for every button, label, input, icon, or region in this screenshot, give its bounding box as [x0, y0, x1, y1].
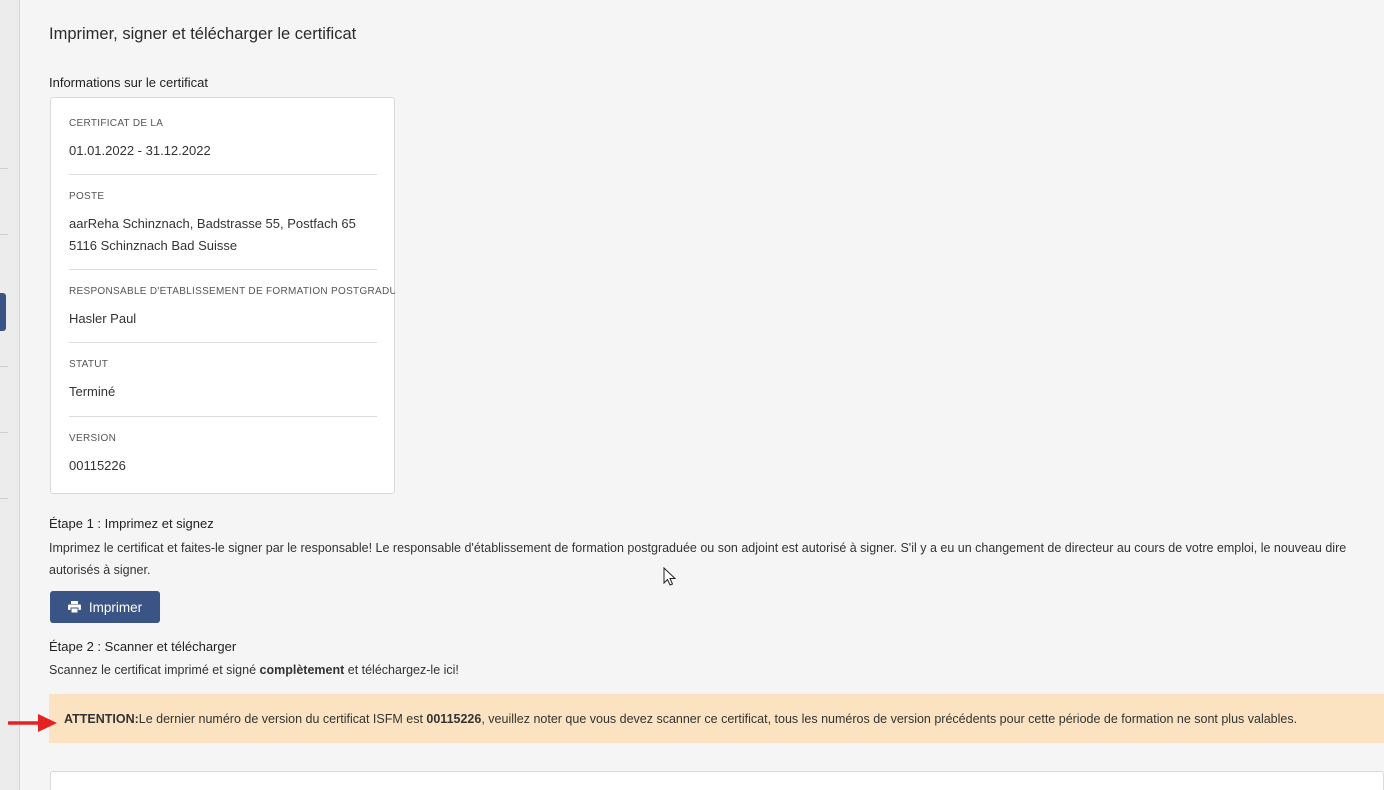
post-value-line1: aarReha Schinznach, Badstrasse 55, Postf… — [69, 216, 356, 231]
post-field: POSTE aarReha Schinznach, Badstrasse 55,… — [69, 191, 377, 257]
rail-divider — [0, 234, 8, 235]
certificate-info-card: CERTIFICAT DE LA 01.01.2022 - 31.12.2022… — [50, 97, 395, 494]
version-label: VERSION — [69, 433, 117, 444]
field-divider — [69, 342, 377, 343]
field-divider — [69, 416, 377, 417]
red-arrow-icon — [8, 714, 57, 732]
step2-title: Étape 2 : Scanner et télécharger — [49, 639, 237, 654]
period-label: CERTIFICAT DE LA — [69, 118, 164, 129]
step2-instructions: Scannez le certificat imprimé et signé c… — [49, 663, 459, 677]
mouse-cursor-icon — [663, 567, 677, 586]
rail-divider — [0, 168, 8, 169]
post-value: aarReha Schinznach, Badstrasse 55, Postf… — [69, 213, 377, 257]
alert-label: ATTENTION: — [64, 711, 139, 726]
field-divider — [69, 174, 377, 175]
alert-version: 00115226 — [426, 711, 482, 726]
info-section-label: Informations sur le certificat — [49, 75, 208, 90]
step2-text-after: et téléchargez-le ici! — [344, 663, 459, 677]
status-value: Terminé — [69, 384, 116, 399]
main-content: Imprimer, signer et télécharger le certi… — [49, 0, 1384, 790]
page-title: Imprimer, signer et télécharger le certi… — [49, 25, 357, 43]
field-divider — [69, 269, 377, 270]
step1-text-line2: autorisés à signer. — [49, 563, 151, 577]
period-field: CERTIFICAT DE LA 01.01.2022 - 31.12.2022 — [69, 118, 377, 162]
sidebar-active-indicator[interactable] — [0, 293, 6, 331]
post-label: POSTE — [69, 191, 105, 202]
status-label: STATUT — [69, 359, 109, 370]
version-value: 00115226 — [69, 458, 126, 473]
alert-text-before: Le dernier numéro de version du certific… — [138, 711, 423, 726]
rail-divider — [0, 432, 8, 433]
head-label: RESPONSABLE D'ÉTABLISSEMENT DE FORMATION… — [69, 286, 395, 297]
step2-text-bold: complètement — [259, 663, 345, 677]
head-value: Hasler Paul — [69, 311, 137, 326]
step2-text-before: Scannez le certificat imprimé et signé — [49, 663, 260, 677]
left-sidebar-rail — [0, 0, 20, 790]
step1-instructions: Imprimez le certificat et faites-le sign… — [49, 537, 1384, 581]
rail-divider — [0, 498, 8, 499]
status-field: STATUT Terminé — [69, 359, 377, 403]
post-value-line2: 5116 Schinznach Bad Suisse — [69, 238, 238, 253]
head-field: RESPONSABLE D'ÉTABLISSEMENT DE FORMATION… — [69, 286, 395, 330]
printer-icon — [67, 601, 81, 614]
alert-text-after: , veuillez noter que vous devez scanner … — [481, 711, 1298, 726]
attention-alert: ATTENTION: Le dernier numéro de version … — [49, 694, 1384, 743]
rail-divider — [0, 366, 8, 367]
step1-title: Étape 1 : Imprimez et signez — [49, 516, 214, 531]
version-field: VERSION 00115226 — [69, 433, 377, 477]
print-button[interactable]: Imprimer — [50, 591, 160, 623]
upload-card — [50, 771, 1384, 790]
step1-text-line1: Imprimez le certificat et faites-le sign… — [49, 541, 1347, 555]
period-value: 01.01.2022 - 31.12.2022 — [69, 143, 211, 158]
print-button-label: Imprimer — [88, 599, 143, 615]
